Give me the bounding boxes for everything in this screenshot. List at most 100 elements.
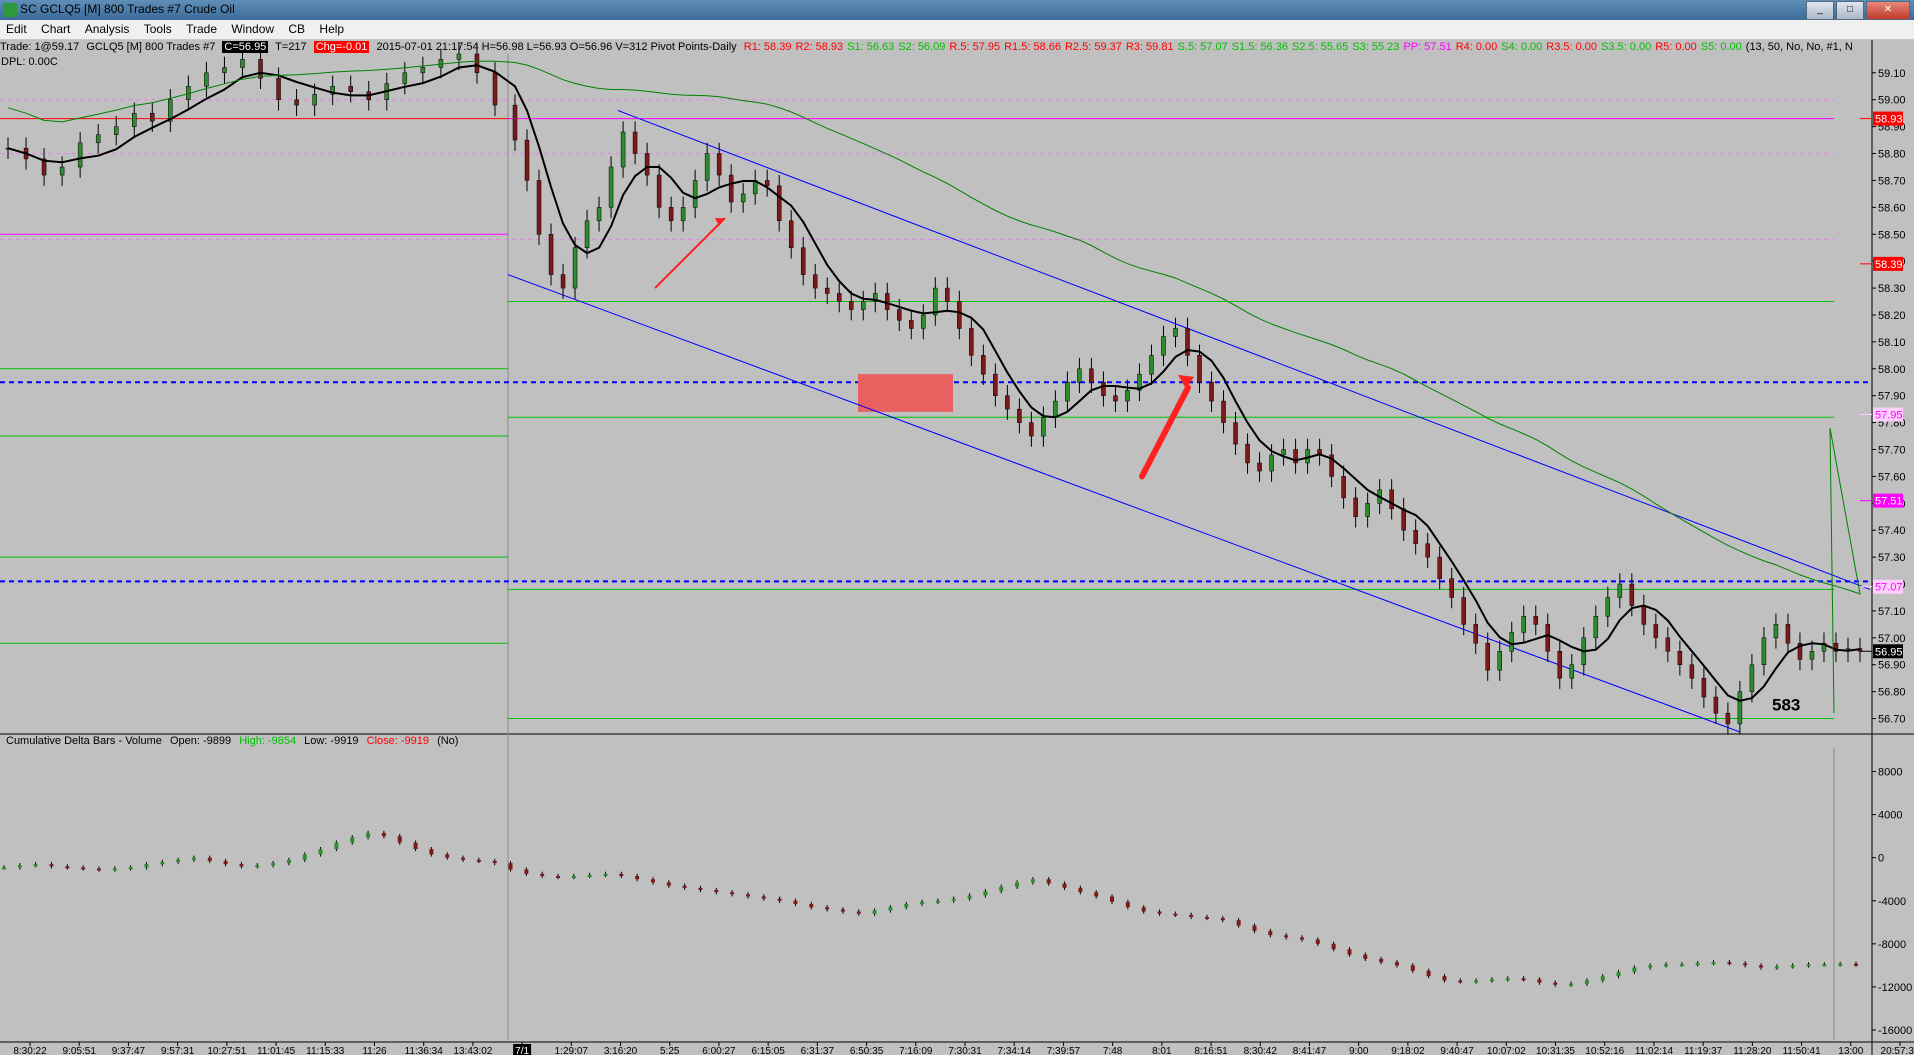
candle-body: [1557, 651, 1563, 679]
candle-body: [1269, 454, 1274, 472]
red-arrow-small: [654, 217, 726, 289]
delta-bar: [1458, 980, 1463, 983]
x-tick-label: 13:43:02: [453, 1046, 492, 1055]
delta-bar: [1125, 901, 1130, 908]
delta-bar: [951, 898, 956, 901]
channel-lower-line: [507, 274, 1741, 733]
candle-body: [1005, 395, 1010, 410]
x-tick-label: 8:30:42: [1244, 1046, 1278, 1055]
delta-bar: [1664, 964, 1669, 967]
delta-low: Low: -9919: [304, 735, 359, 747]
delta-bar: [761, 896, 766, 899]
menu-bar: Edit Chart Analysis Tools Trade Window C…: [0, 20, 1914, 40]
x-tick-label: 7:34:14: [998, 1046, 1032, 1055]
delta-bar: [999, 886, 1004, 892]
minimize-button[interactable]: _: [1806, 1, 1834, 20]
delta-bar: [730, 892, 735, 895]
pivot-value: S2: 56.09: [898, 41, 946, 53]
pivot-value: R1.5: 58.66: [1004, 41, 1061, 53]
delta-bar: [492, 860, 497, 864]
close-button[interactable]: ✕: [1866, 1, 1910, 20]
candle-body: [59, 166, 65, 176]
y-tick-label: 58.60: [1878, 202, 1906, 214]
x-tick-label: 9:05:51: [63, 1046, 97, 1055]
candle-body: [548, 234, 554, 275]
candle-body: [1773, 624, 1779, 639]
candle-body: [222, 67, 227, 74]
delta-bar: [302, 854, 307, 860]
delta-bar: [318, 849, 323, 855]
candle-body: [1257, 462, 1262, 472]
delta-bar: [635, 876, 640, 880]
delta-bar: [666, 882, 671, 886]
delta-bar: [793, 900, 798, 904]
delta-bar: [1822, 964, 1827, 967]
candle-body: [1401, 508, 1406, 531]
y-tick-label: 58.50: [1878, 229, 1906, 241]
candle-body: [402, 72, 408, 84]
delta-bar: [49, 864, 54, 867]
delta-bar: [413, 842, 418, 850]
y-tick-label: 56.90: [1878, 660, 1906, 672]
x-tick-label: 10:52:16: [1585, 1046, 1624, 1055]
delta-name: Cumulative Delta Bars - Volume: [6, 735, 162, 747]
y-tick-label: 58.10: [1878, 337, 1906, 349]
candle-body: [456, 53, 462, 60]
y-tick-label: 58.80: [1878, 149, 1906, 161]
delta-bar: [1442, 976, 1447, 981]
candle-body: [656, 174, 662, 208]
menu-cb[interactable]: CB: [282, 20, 310, 38]
delta-bar: [777, 898, 782, 901]
delta-bar: [1553, 982, 1558, 985]
x-tick-label: 11:36:34: [405, 1046, 444, 1055]
candle-body: [1485, 642, 1490, 671]
bar-count-annotation: 583: [1772, 695, 1800, 714]
candle-body: [1017, 408, 1022, 423]
menu-edit[interactable]: Edit: [0, 20, 32, 38]
x-tick-label: 11:50:41: [1782, 1046, 1821, 1055]
menu-tools[interactable]: Tools: [138, 20, 177, 38]
delta-bar: [1537, 979, 1542, 983]
delta-bar: [540, 873, 545, 876]
menu-analysis[interactable]: Analysis: [79, 20, 135, 38]
delta-bar: [1600, 976, 1605, 981]
pivot-value: PP: 57.51: [1403, 41, 1452, 53]
delta-bar: [745, 894, 750, 897]
menu-trade[interactable]: Trade: [180, 20, 222, 38]
window-titlebar: SC GCLQ5 [M] 800 Trades #7 Crude Oil _ □…: [0, 0, 1914, 20]
candle-body: [1077, 368, 1082, 383]
candle-body: [312, 94, 317, 106]
delta-legend: Cumulative Delta Bars - Volume Open: -98…: [6, 735, 463, 747]
delta-bar: [920, 901, 925, 904]
candle-body: [584, 220, 590, 248]
delta-bar: [1521, 978, 1526, 981]
x-tick-label: 1:29:07: [555, 1046, 589, 1055]
candle-body: [1089, 368, 1094, 383]
delta-bar: [1189, 914, 1194, 917]
candle-body: [1665, 637, 1671, 652]
delta-bar: [1236, 920, 1241, 926]
dpl-info: DPL: 0.00C: [1, 56, 58, 68]
delta-bar: [556, 876, 561, 878]
candle-body: [204, 72, 209, 87]
candle-body: [740, 193, 746, 203]
candle-body: [1545, 624, 1551, 652]
candle-body: [1041, 416, 1046, 437]
menu-help[interactable]: Help: [313, 20, 349, 38]
candle-body: [438, 59, 444, 68]
delta-bar: [698, 887, 703, 890]
price-chart[interactable]: 58359.1059.0058.9058.8058.7058.6058.5058…: [0, 40, 1914, 1055]
x-tick-label: 20:57:36: [1881, 1046, 1914, 1055]
maximize-button[interactable]: □: [1836, 1, 1864, 20]
x-tick-label: 6:50:35: [850, 1046, 884, 1055]
delta-bar: [1790, 965, 1795, 968]
candle-body: [1461, 597, 1466, 625]
candle-body: [716, 153, 722, 176]
candle-body: [1365, 503, 1370, 518]
delta-bar: [983, 891, 988, 896]
delta-bar: [81, 867, 86, 870]
candle-body: [957, 301, 962, 329]
menu-chart[interactable]: Chart: [35, 20, 75, 38]
menu-window[interactable]: Window: [225, 20, 279, 38]
delta-bar: [1759, 965, 1764, 968]
